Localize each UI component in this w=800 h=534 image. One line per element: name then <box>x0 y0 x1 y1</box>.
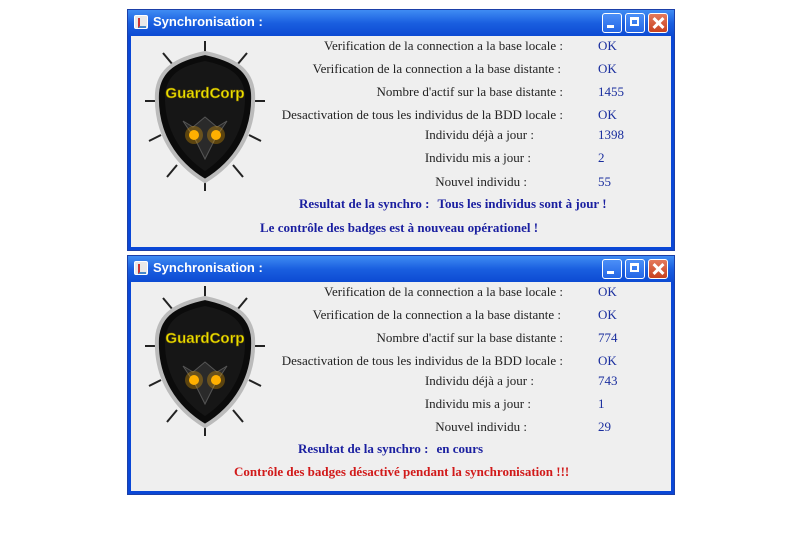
row-label: Desactivation de tous les individus de l… <box>281 353 563 368</box>
row-deactivation: Desactivation de tous les individus de l… <box>281 353 661 373</box>
row-label: Individu déjà a jour : <box>424 373 534 388</box>
row-label: Verification de la connection a la base … <box>324 284 563 299</box>
minimize-icon[interactable] <box>602 259 622 279</box>
row-value: 1398 <box>598 127 624 142</box>
row-value: OK <box>598 284 617 299</box>
window-title: Synchronisation : <box>153 14 263 29</box>
row-updated: Individu mis a jour : 1 <box>281 396 661 416</box>
row-label: Desactivation de tous les individus de l… <box>281 107 563 122</box>
row-label: Verification de la connection a la base … <box>312 61 561 76</box>
close-icon[interactable] <box>648 259 668 279</box>
row-label: Individu mis a jour : <box>424 150 531 165</box>
row-label: Nouvel individu : <box>435 174 527 189</box>
row-label: Nombre d'actif sur la base distante : <box>376 84 563 99</box>
row-label: Verification de la connection a la base … <box>324 38 563 53</box>
row-new: Nouvel individu : 29 <box>281 419 661 439</box>
sync-result: Resultat de la synchro : en cours <box>298 441 483 457</box>
row-value: OK <box>598 61 617 76</box>
row-value: 55 <box>598 174 611 189</box>
row-active-count: Nombre d'actif sur la base distante : 14… <box>281 84 661 104</box>
row-up-to-date: Individu déjà a jour : 1398 <box>281 127 661 147</box>
row-active-count: Nombre d'actif sur la base distante : 77… <box>281 330 661 350</box>
guardcorp-shield-logo: GuardCorp <box>145 286 265 436</box>
row-local-connection: Verification de la connection a la base … <box>281 284 661 304</box>
guardcorp-shield-logo: GuardCorp <box>145 41 265 191</box>
row-value: OK <box>598 307 617 322</box>
sync-window-1: Synchronisation : GuardCorp Verification… <box>127 9 675 251</box>
row-remote-connection: Verification de la connection a la base … <box>281 61 661 81</box>
row-value: 1 <box>598 396 605 411</box>
row-up-to-date: Individu déjà a jour : 743 <box>281 373 661 393</box>
row-value: 1455 <box>598 84 624 99</box>
java-cup-icon[interactable] <box>134 261 148 275</box>
sync-result-value: en cours <box>436 441 484 456</box>
java-cup-icon[interactable] <box>134 15 148 29</box>
sync-result-value: Tous les individus sont à jour ! <box>437 196 607 211</box>
row-value: 774 <box>598 330 618 345</box>
title-bar[interactable]: Synchronisation : <box>128 256 674 282</box>
row-label: Nouvel individu : <box>435 419 527 434</box>
row-deactivation: Desactivation de tous les individus de l… <box>281 107 661 127</box>
row-value: OK <box>598 38 617 53</box>
window-content: GuardCorp Verification de la connection … <box>131 36 671 247</box>
badge-control-message: Le contrôle des badges est à nouveau opé… <box>260 220 539 235</box>
maximize-icon[interactable] <box>625 259 645 279</box>
row-value: 29 <box>598 419 611 434</box>
row-local-connection: Verification de la connection a la base … <box>281 38 661 58</box>
logo-text: GuardCorp <box>165 330 244 347</box>
badge-control-message: Contrôle des badges désactivé pendant la… <box>234 464 570 479</box>
logo-text: GuardCorp <box>165 85 244 102</box>
row-new: Nouvel individu : 55 <box>281 174 661 194</box>
row-value: OK <box>598 353 617 368</box>
row-remote-connection: Verification de la connection a la base … <box>281 307 661 327</box>
sync-window-2: Synchronisation : GuardCorp Verification… <box>127 255 675 495</box>
row-value: OK <box>598 107 617 122</box>
minimize-icon[interactable] <box>602 13 622 33</box>
sync-result: Resultat de la synchro : Tous les individ… <box>299 196 607 212</box>
row-value: 2 <box>598 150 605 165</box>
sync-result-label: Resultat de la synchro : <box>299 196 430 211</box>
row-updated: Individu mis a jour : 2 <box>281 150 661 170</box>
close-icon[interactable] <box>648 13 668 33</box>
window-content: GuardCorp Verification de la connection … <box>131 282 671 491</box>
sync-result-label: Resultat de la synchro : <box>298 441 429 456</box>
row-label: Verification de la connection a la base … <box>312 307 561 322</box>
maximize-icon[interactable] <box>625 13 645 33</box>
title-bar[interactable]: Synchronisation : <box>128 10 674 36</box>
window-title: Synchronisation : <box>153 260 263 275</box>
row-label: Individu mis a jour : <box>424 396 531 411</box>
row-label: Individu déjà a jour : <box>424 127 534 142</box>
row-value: 743 <box>598 373 618 388</box>
row-label: Nombre d'actif sur la base distante : <box>376 330 563 345</box>
